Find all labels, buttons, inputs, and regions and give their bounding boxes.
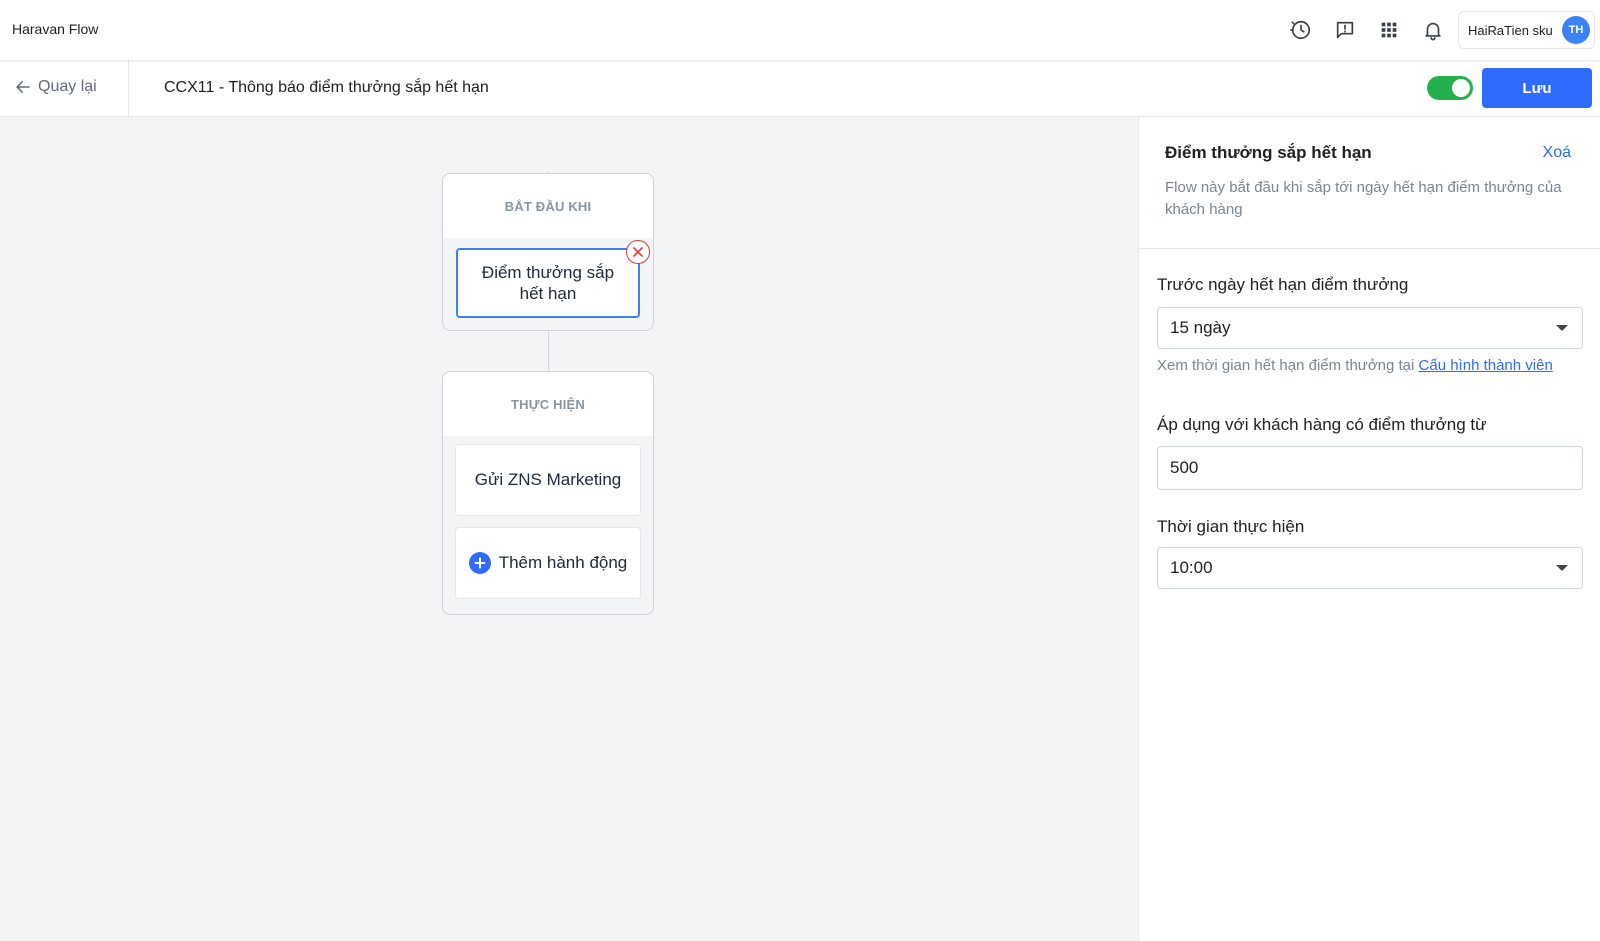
panel-title: Điểm thưởng sắp hết hạn bbox=[1165, 143, 1372, 162]
min-points-label: Áp dụng với khách hàng có điểm thưởng từ bbox=[1157, 415, 1487, 434]
back-button[interactable]: Quay lại bbox=[14, 78, 97, 96]
delete-link[interactable]: Xoá bbox=[1543, 144, 1571, 162]
connector-line bbox=[548, 331, 549, 371]
back-label: Quay lại bbox=[38, 78, 97, 95]
notification-bell-icon[interactable] bbox=[1421, 18, 1445, 42]
feedback-icon[interactable] bbox=[1333, 18, 1357, 42]
arrow-left-icon bbox=[16, 81, 30, 93]
min-points-input[interactable]: 500 bbox=[1157, 446, 1583, 490]
trigger-settings-panel: Điểm thưởng sắp hết hạn Xoá Flow này bắt… bbox=[1138, 117, 1600, 941]
action-section-heading: THỰC HIỆN bbox=[443, 372, 653, 436]
user-menu[interactable]: HaiRaTien sku TH bbox=[1458, 11, 1595, 49]
run-time-label: Thời gian thực hiện bbox=[1157, 517, 1305, 536]
trigger-section-heading: BẮT ĐẦU KHI bbox=[443, 174, 653, 238]
run-time-value: 10:00 bbox=[1170, 558, 1213, 577]
run-time-select[interactable]: 10:00 bbox=[1157, 547, 1583, 589]
min-points-value: 500 bbox=[1170, 458, 1199, 477]
flow-toolbar: Quay lại CCX11 - Thông báo điểm thưởng s… bbox=[0, 60, 1600, 117]
user-name: HaiRaTien sku bbox=[1468, 22, 1553, 38]
app-title: Haravan Flow bbox=[12, 21, 99, 37]
divider bbox=[128, 60, 129, 117]
flow-canvas: BẮT ĐẦU KHI Điểm thưởng sắp hết hạn THỰC… bbox=[0, 117, 1138, 941]
apps-grid-icon[interactable] bbox=[1377, 18, 1401, 42]
save-button[interactable]: Lưu bbox=[1482, 68, 1592, 108]
flow-name: CCX11 - Thông báo điểm thưởng sắp hết hạ… bbox=[164, 79, 489, 96]
before-expiry-hint: Xem thời gian hết hạn điểm thưởng tại Cấ… bbox=[1157, 357, 1553, 374]
history-icon[interactable] bbox=[1289, 18, 1313, 42]
trigger-section: BẮT ĐẦU KHI Điểm thưởng sắp hết hạn bbox=[442, 173, 654, 331]
close-icon bbox=[633, 247, 643, 257]
before-expiry-value: 15 ngày bbox=[1170, 318, 1231, 337]
caret-down-icon bbox=[1556, 325, 1568, 331]
add-action-button[interactable]: Thêm hành động bbox=[455, 527, 641, 599]
panel-header: Điểm thưởng sắp hết hạn Xoá Flow này bắt… bbox=[1139, 117, 1600, 249]
hint-text: Xem thời gian hết hạn điểm thưởng tại bbox=[1157, 357, 1419, 374]
action-node-zns[interactable]: Gửi ZNS Marketing bbox=[455, 444, 641, 516]
toggle-knob bbox=[1452, 79, 1470, 97]
action-node-label: Gửi ZNS Marketing bbox=[474, 470, 622, 489]
panel-description: Flow này bắt đầu khi sắp tới ngày hết hạ… bbox=[1165, 179, 1562, 218]
member-config-link[interactable]: Cấu hình thành viên bbox=[1419, 357, 1553, 374]
flow-enabled-toggle[interactable] bbox=[1427, 76, 1473, 100]
plus-icon bbox=[468, 552, 491, 574]
remove-trigger-button[interactable] bbox=[626, 240, 650, 264]
top-header: Haravan Flow HaiRaTien sku TH bbox=[0, 0, 1600, 60]
add-action-label: Thêm hành động bbox=[498, 553, 628, 572]
before-expiry-label: Trước ngày hết hạn điểm thưởng bbox=[1157, 275, 1409, 294]
avatar: TH bbox=[1562, 16, 1590, 44]
trigger-node[interactable]: Điểm thưởng sắp hết hạn bbox=[456, 240, 650, 318]
caret-down-icon bbox=[1556, 565, 1568, 571]
trigger-node-label: Điểm thưởng sắp hết hạn bbox=[481, 263, 615, 303]
action-section: THỰC HIỆN Gửi ZNS Marketing Thêm hành độ… bbox=[442, 371, 654, 615]
before-expiry-select[interactable]: 15 ngày bbox=[1157, 307, 1583, 349]
